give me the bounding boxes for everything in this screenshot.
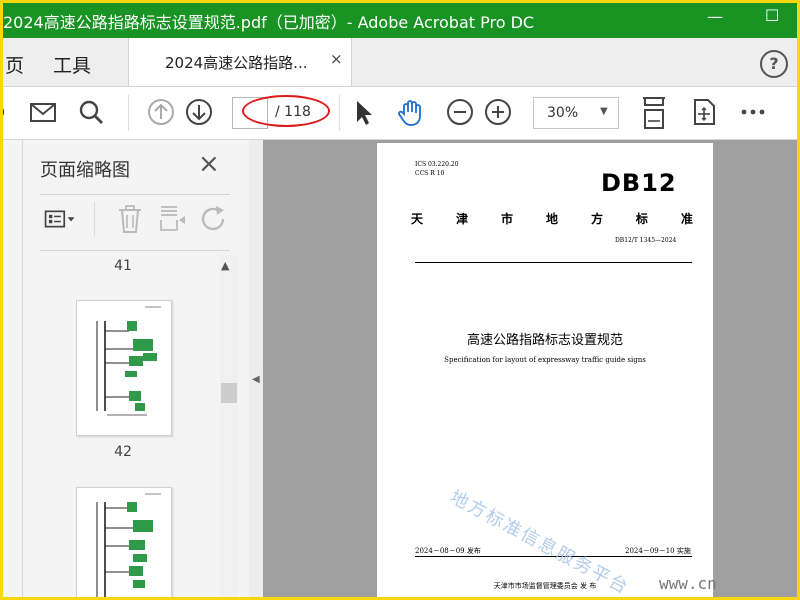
fit-page-icon[interactable] [639,95,669,131]
corner-watermark: www.cn [659,574,717,593]
collapse-panel-icon[interactable]: ◀ [252,374,260,385]
window-title: 2024高速公路指路标志设置规范.pdf（已加密）- Adobe Acrobat… [3,13,535,32]
tab-document[interactable]: 2024高速公路指路... × [128,38,352,86]
standard-char: 天 [411,212,424,226]
standard-code: DB12/T 1345—2024 [615,237,677,244]
panel-divider [40,250,230,251]
ics-ccs-codes: ICS 03.220.20 CCS R 10 [415,160,459,178]
rotate-page-icon[interactable] [197,202,231,236]
publish-date: 2024－08－09 发布 [415,547,481,555]
tab-bar: 页 工具 2024高速公路指路... × ? [3,38,797,87]
standard-char: 津 [455,212,468,226]
thumbnail-options-icon[interactable] [43,202,77,236]
panel-close-button[interactable]: × [198,151,220,177]
panel-separator [94,202,95,236]
tab-home[interactable]: 页 [5,51,24,78]
more-icon[interactable] [738,97,768,127]
thumbnail-diagram-icon [96,493,161,597]
toolbar-separator [339,95,340,131]
hand-icon[interactable] [396,97,426,127]
print-icon[interactable] [3,97,19,127]
standard-char: 准 [680,212,693,226]
header-rule [415,262,692,263]
acrobat-window: 2024高速公路指路标志设置规范.pdf（已加密）- Adobe Acrobat… [3,3,797,597]
ics-code: ICS 03.220.20 [415,161,459,168]
next-page-icon[interactable] [184,97,214,127]
search-icon[interactable] [76,97,106,127]
zoom-value: 30% [547,105,579,121]
thumbnail-diagram-icon [96,306,161,416]
page-thumbnail[interactable] [76,487,172,597]
toolbar-separator [128,95,129,131]
minimize-button[interactable]: — [707,7,723,26]
standard-char: 市 [500,212,513,226]
chevron-down-icon: ▼ [600,106,608,117]
standard-type: 天 津 市 地 方 标 准 [411,210,693,227]
tab-tools[interactable]: 工具 [53,51,91,78]
scrollbar-thumb[interactable] [221,383,237,403]
zoom-out-icon[interactable] [445,97,475,127]
help-button[interactable]: ? [760,50,788,78]
standard-char: 地 [545,212,558,226]
scroll-up-icon[interactable]: ▲ [221,259,229,272]
left-rail [3,140,23,597]
annotation-ellipse [242,95,330,127]
document-subtitle: Specification for layout of expressway t… [444,356,646,364]
thumbnail-label: 42 [114,444,132,460]
standard-char: 方 [590,212,603,226]
zoom-in-icon[interactable] [483,97,513,127]
ccs-code: CCS R 10 [415,170,445,177]
document-title: 高速公路指路标志设置规范 [466,333,623,348]
page-thumbnail[interactable] [76,300,172,436]
db-mark: DB12 [601,169,677,197]
standard-char: 标 [635,212,648,226]
panel-splitter[interactable]: ◀ [249,140,263,597]
panel-title: 页面缩略图 [40,160,130,181]
previous-page-icon[interactable] [146,97,176,127]
select-cursor-icon[interactable] [348,97,378,127]
implement-date: 2024－09－10 实施 [625,547,691,555]
rotate-view-icon[interactable] [689,97,719,127]
email-icon[interactable] [28,97,58,127]
title-bar: 2024高速公路指路标志设置规范.pdf（已加密）- Adobe Acrobat… [3,3,797,38]
tab-document-title: 2024高速公路指路... [165,54,308,72]
zoom-select[interactable]: 30% ▼ [533,97,619,129]
toolbar: / 118 30% ▼ [3,87,797,140]
maximize-button[interactable]: ☐ [765,6,779,25]
thumbnail-label: 41 [114,258,132,274]
tab-close-button[interactable]: × [330,50,343,68]
thumbnail-panel: 页面缩略图 × 41 42 ▲ [23,140,250,597]
delete-icon[interactable] [113,202,147,236]
insert-page-icon[interactable] [155,202,189,236]
panel-divider [40,194,230,195]
thumbnail-scrollbar[interactable]: ▲ [220,255,238,597]
